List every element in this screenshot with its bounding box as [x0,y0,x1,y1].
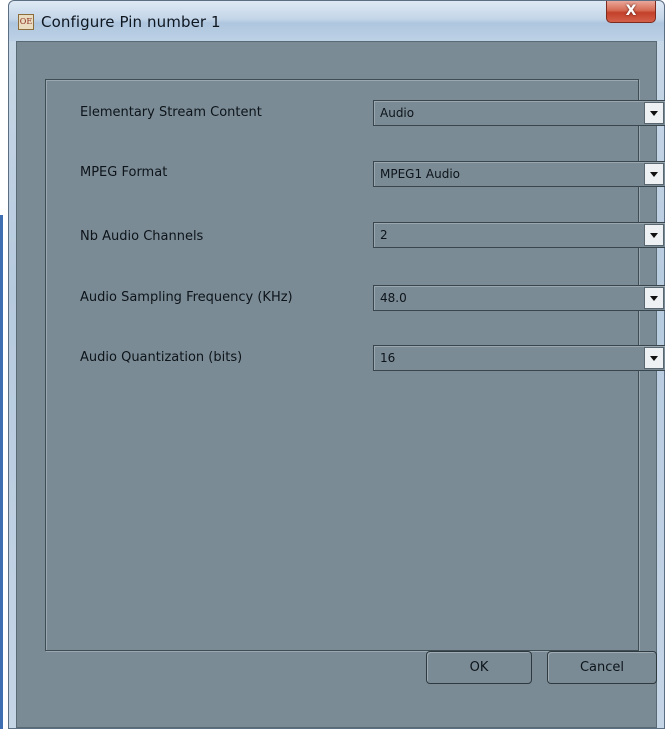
title-bar[interactable]: OE Configure Pin number 1 X [9,1,664,41]
combo-value: 2 [380,228,388,242]
label-audio-quantization: Audio Quantization (bits) [80,350,243,365]
combo-value: 16 [380,351,396,365]
combo-value: 48.0 [380,291,407,305]
label-audio-sampling-frequency: Audio Sampling Frequency (KHz) [80,290,293,305]
label-mpeg-format: MPEG Format [80,165,168,180]
dropdown-arrow-icon[interactable] [644,224,664,246]
desktop-edge [0,215,3,729]
ok-button[interactable]: OK [426,651,532,684]
combo-nb-audio-channels[interactable]: 2 [373,222,665,248]
dropdown-arrow-icon[interactable] [644,347,664,369]
cancel-button[interactable]: Cancel [547,651,657,684]
combo-audio-sampling-frequency[interactable]: 48.0 [373,285,665,311]
combo-value: Audio [380,106,415,120]
close-button[interactable]: X [606,1,656,23]
combo-value: MPEG1 Audio [380,167,461,181]
dropdown-arrow-icon[interactable] [644,102,664,124]
window-title: Configure Pin number 1 [41,13,221,31]
combo-audio-quantization[interactable]: 16 [373,345,665,371]
dialog-window: OE Configure Pin number 1 X Elementary S… [8,0,665,729]
combo-elementary-stream-content[interactable]: Audio [373,100,665,126]
dropdown-arrow-icon[interactable] [644,163,664,185]
combo-mpeg-format[interactable]: MPEG1 Audio [373,161,665,187]
dropdown-arrow-icon[interactable] [644,287,664,309]
app-icon: OE [18,14,34,30]
dialog-client-area: Elementary Stream Content Audio MPEG For… [16,41,665,728]
label-elementary-stream-content: Elementary Stream Content [80,105,262,120]
settings-group-box: Elementary Stream Content Audio MPEG For… [45,79,665,651]
label-nb-audio-channels: Nb Audio Channels [80,229,204,244]
